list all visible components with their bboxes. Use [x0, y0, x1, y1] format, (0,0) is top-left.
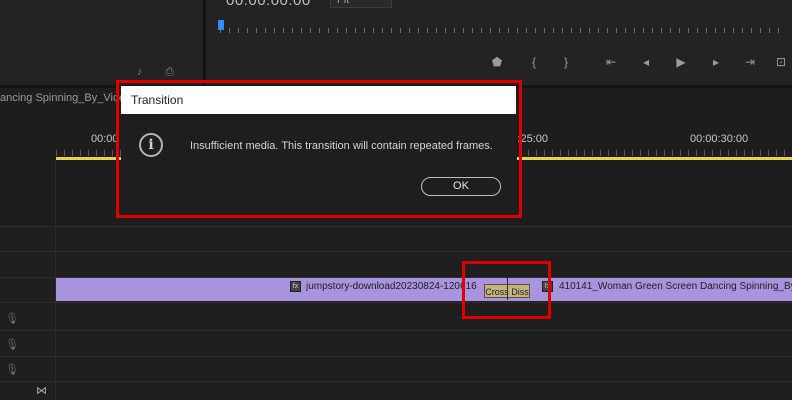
clip1-name[interactable]: jumpstory-download20230824-120616.mp4	[306, 281, 477, 292]
track-divider	[0, 302, 792, 303]
play-icon[interactable]: ▶	[673, 54, 689, 70]
program-playhead[interactable]	[218, 20, 224, 30]
dialog-title: Transition	[131, 93, 184, 107]
track-divider	[0, 251, 792, 252]
transition-highlight-box	[462, 261, 551, 319]
program-monitor	[206, 0, 792, 85]
program-time-ruler[interactable]	[220, 22, 785, 36]
ruler-label-start: 00:00	[91, 133, 119, 145]
mic-icon[interactable]: 🎙	[5, 364, 19, 376]
step-forward-icon[interactable]: ▸	[708, 54, 724, 70]
info-icon: i	[139, 133, 163, 157]
fx-badge-icon: fx	[290, 281, 301, 292]
track-divider	[0, 356, 792, 357]
dialog-message: Insufficient media. This transition will…	[190, 140, 493, 152]
track-divider	[0, 381, 792, 382]
clip2-name[interactable]: 410141_Woman Green Screen Dancing Spinni…	[559, 281, 792, 292]
step-back-icon[interactable]: ◂	[638, 54, 654, 70]
track-divider	[0, 226, 792, 227]
mic-icon[interactable]: 🎙	[5, 313, 19, 325]
mark-out-icon[interactable]: }	[558, 54, 574, 70]
go-to-out-icon[interactable]: ⇥	[742, 54, 758, 70]
zoom-fit-dropdown[interactable]: Fit	[330, 0, 392, 8]
ruler-label-30: 00:00:30:00	[690, 133, 749, 145]
track-divider	[0, 330, 792, 331]
export-frame-icon[interactable]: ⎙	[165, 66, 174, 79]
go-to-in-icon[interactable]: ⇤	[603, 54, 619, 70]
ok-button[interactable]: OK	[421, 177, 501, 196]
track-height-icon[interactable]: ⋈	[36, 384, 47, 397]
lift-icon[interactable]: ⊡	[773, 54, 789, 70]
mic-icon[interactable]: 🎙	[5, 339, 19, 351]
insert-icon[interactable]: ♪	[137, 66, 143, 78]
program-timecode[interactable]: 00:00:00:00	[226, 0, 311, 9]
track-area	[0, 227, 792, 400]
sequence-tab[interactable]: ancing Spinning_By_Vide	[0, 92, 125, 104]
mark-in-icon[interactable]: {	[526, 54, 542, 70]
marker-icon[interactable]: ⬟	[489, 54, 505, 70]
